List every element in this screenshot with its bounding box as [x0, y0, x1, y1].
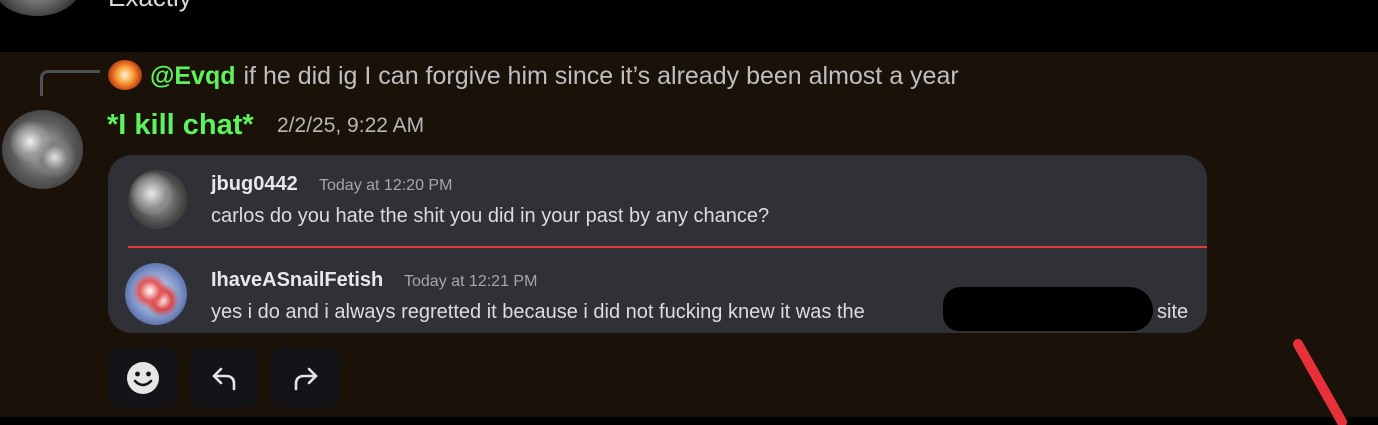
- forward-arrow-icon: [294, 367, 317, 391]
- add-reaction-button[interactable]: [108, 348, 177, 408]
- answer-message-text-end: site: [1157, 301, 1189, 323]
- author-avatar[interactable]: [2, 110, 83, 189]
- previous-message-text: Exactly: [108, 0, 192, 13]
- message-author[interactable]: *I kill chat*: [107, 107, 254, 143]
- embedded-screenshot[interactable]: jbug0442 Today at 12:20 PM carlos do you…: [108, 155, 1207, 333]
- reply-author[interactable]: @Evqd: [150, 62, 236, 90]
- previous-author-avatar[interactable]: [0, 0, 82, 16]
- reply-text: if he did ig I can forgive him since it’…: [243, 62, 959, 90]
- redaction-scribble: [943, 287, 1153, 331]
- previous-message-area: Exactly: [0, 0, 1378, 52]
- quoted-author-avatar: [128, 170, 187, 229]
- bottom-edge: [0, 417, 1378, 425]
- answer-message-text: yes i do and i always regretted it becau…: [211, 301, 865, 323]
- forward-button[interactable]: [271, 348, 340, 408]
- reply-button[interactable]: [189, 348, 258, 408]
- answer-author-name: IhaveASnailFetish: [211, 269, 384, 291]
- reply-arrow-icon: [212, 367, 235, 391]
- quoted-author-name: jbug0442: [211, 173, 298, 195]
- answer-timestamp: Today at 12:21 PM: [404, 273, 538, 290]
- reply-spine: [40, 70, 100, 96]
- red-annotation-mark: [1293, 339, 1347, 425]
- quoted-message-text: carlos do you hate the shit you did in y…: [211, 205, 770, 227]
- reply-author-avatar[interactable]: [108, 60, 142, 90]
- reply-preview[interactable]: @Evqd if he did ig I can forgive him sinc…: [150, 60, 959, 92]
- message-timestamp: 2/2/25, 9:22 AM: [277, 114, 425, 137]
- quoted-timestamp: Today at 12:20 PM: [319, 177, 453, 194]
- smile-face-icon: [126, 362, 159, 394]
- new-messages-divider: [128, 246, 1207, 248]
- answer-author-avatar: [125, 263, 187, 325]
